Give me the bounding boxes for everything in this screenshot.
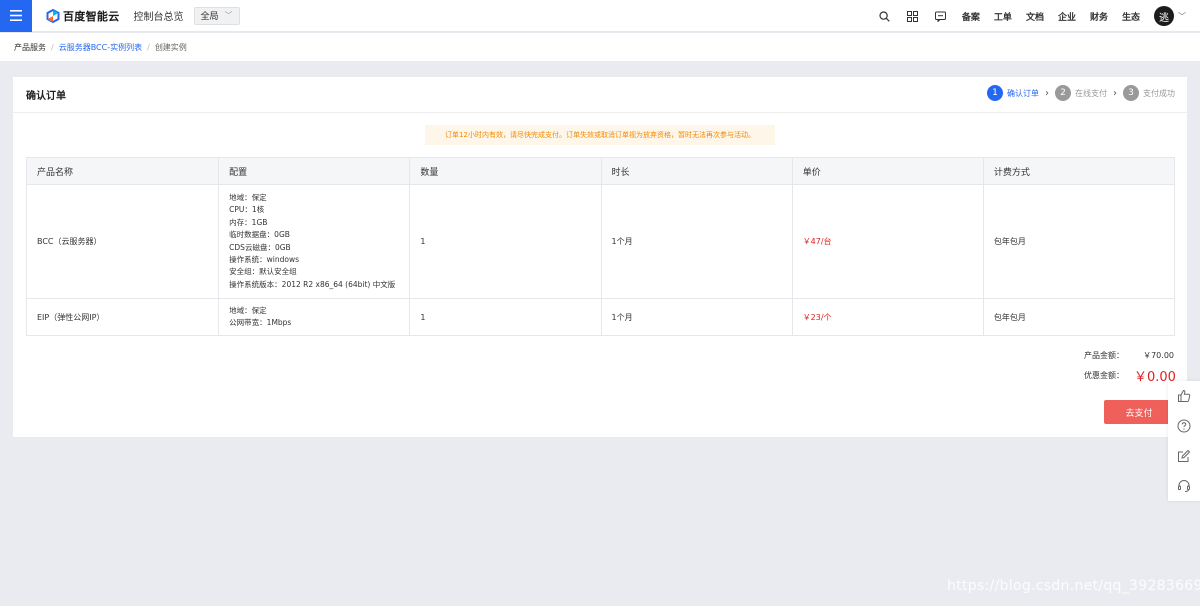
edit-icon[interactable] [1168,441,1200,471]
discount-amount-row: 优惠金额： ￥0.00 [974,366,1176,385]
config-line: CPU：1核 [229,205,265,215]
order-table: 产品名称 配置 数量 时长 单价 计费方式 BCC（云服务器） 地域：保定 CP… [26,157,1175,336]
nav-right: 备案 工单 文档 企业 财务 生态 逃 ﹀ [864,0,1186,32]
column-header: 计费方式 [982,158,1174,184]
billing-method: 包年包月 [982,185,1174,298]
step-payment-success: 3 支付成功 [1123,85,1175,101]
step-number: 2 [1055,85,1071,101]
config-line: 安全组：默认安全组 [229,267,297,277]
floating-toolbar [1168,381,1200,501]
config-line: 操作系统版本：2012 R2 x86_64 (64bit) 中文版 [229,279,396,289]
config-line: 地域：保定 [229,305,267,315]
column-header: 配置 [218,158,409,184]
config-line: 临时数据盘：0GB [229,230,290,240]
column-header: 产品名称 [37,167,74,178]
page-title: 确认订单 [26,91,66,102]
config-line: 操作系统：windows [229,254,300,264]
duration: 1个月 [600,185,792,298]
region-select[interactable]: 全局 ﹀ [193,6,240,25]
nav-link-ticket[interactable]: 工单 [994,10,1012,23]
hamburger-icon [10,10,22,21]
nav-link-enterprise[interactable]: 企业 [1058,10,1076,23]
product-name: BCC（云服务器） [37,237,102,246]
product-amount-label: 产品金额： [1084,351,1124,360]
breadcrumb: 产品服务 / 云服务器BCC-实例列表 / 创建实例 [0,33,1200,61]
card-header: 确认订单 1 确认订单 › 2 在线支付 › 3 支付成功 [13,77,1187,113]
logo-text: 百度智能云 [63,9,120,23]
duration: 1个月 [600,299,792,335]
product-amount-value: ￥70.00 [1143,351,1174,360]
breadcrumb-root[interactable]: 产品服务 [14,42,46,53]
table-row: EIP（弹性公网IP） 地域：保定 公网带宽：1Mbps 1 1个月 ￥23/个… [27,298,1174,335]
nav-link-ecosystem[interactable]: 生态 [1122,10,1140,23]
progress-steps: 1 确认订单 › 2 在线支付 › 3 支付成功 [987,85,1175,101]
order-notice: 订单12小时内有效，请尽快完成支付。订单失效或取消订单视为放弃资格，暂时无法再次… [425,125,775,145]
breadcrumb-instance-list-link[interactable]: 云服务器BCC-实例列表 [59,42,142,53]
nav-link-icp[interactable]: 备案 [962,10,980,23]
billing-method: 包年包月 [982,299,1174,335]
table-row: BCC（云服务器） 地域：保定 CPU：1核 内存：1GB 临时数据盘：0GB … [27,184,1174,298]
product-name: EIP（弹性公网IP） [37,312,105,322]
order-card: 确认订单 1 确认订单 › 2 在线支付 › 3 支付成功 订单12小时内有效，… [13,77,1187,437]
chevron-down-icon: ﹀ [224,11,233,20]
region-value: 全局 [200,12,219,22]
top-navbar: 百度智能云 控制台总览 全局 ﹀ 备案 工单 文档 企业 财务 生态 逃 ﹀ [0,0,1200,32]
product-amount-row: 产品金额： ￥70.00 [974,350,1174,361]
quantity: 1 [409,185,600,298]
breadcrumb-current: 创建实例 [154,42,187,52]
config-line: 公网带宽：1Mbps [229,318,292,327]
nav-link-finance[interactable]: 财务 [1090,10,1108,23]
product-config: 地域：保定 公网带宽：1Mbps [218,299,409,335]
product-config: 地域：保定 CPU：1核 内存：1GB 临时数据盘：0GB CDS云磁盘：0GB… [218,185,409,298]
console-overview-link[interactable]: 控制台总览 [134,8,184,23]
column-header: 时长 [600,158,792,184]
breadcrumb-separator: / [51,42,54,52]
column-header: 单价 [791,158,983,184]
config-line: CDS云磁盘：0GB [229,242,291,252]
step-number: 1 [987,85,1003,101]
logo[interactable]: 百度智能云 [46,8,120,24]
unit-price: ￥47/台 [791,185,983,298]
grid-icon[interactable] [906,9,920,23]
order-totals: 产品金额： ￥70.00 优惠金额： ￥0.00 [974,350,1176,385]
search-icon[interactable] [878,9,892,23]
avatar[interactable]: 逃 [1154,6,1174,26]
chevron-right-icon: › [1113,87,1117,99]
discount-amount-label: 优惠金额： [1084,371,1124,380]
step-number: 3 [1123,85,1139,101]
watermark: https://blog.csdn.net/qq_39283669 [947,578,1200,594]
nav-link-docs[interactable]: 文档 [1026,10,1044,23]
chevron-right-icon: › [1045,87,1049,99]
chevron-down-icon[interactable]: ﹀ [1178,11,1186,22]
step-online-payment: 2 在线支付 [1055,85,1107,101]
column-header: 数量 [409,158,600,184]
thumbs-up-icon[interactable] [1168,381,1200,411]
quantity: 1 [409,299,600,335]
help-icon[interactable] [1168,411,1200,441]
step-label: 支付成功 [1143,88,1175,98]
step-label: 在线支付 [1075,88,1107,98]
cloud-logo-icon [46,8,60,23]
breadcrumb-separator: / [147,42,150,52]
config-line: 内存：1GB [229,217,268,227]
headset-icon[interactable] [1168,471,1200,501]
table-header-row: 产品名称 配置 数量 时长 单价 计费方式 [27,158,1174,184]
config-line: 地域：保定 [229,192,267,202]
step-label: 确认订单 [1007,88,1039,98]
step-confirm-order: 1 确认订单 [987,85,1039,101]
message-icon[interactable] [934,9,948,23]
pay-button[interactable]: 去支付 [1104,400,1174,424]
hamburger-menu-button[interactable] [0,0,32,32]
unit-price: ￥23/个 [791,299,983,335]
